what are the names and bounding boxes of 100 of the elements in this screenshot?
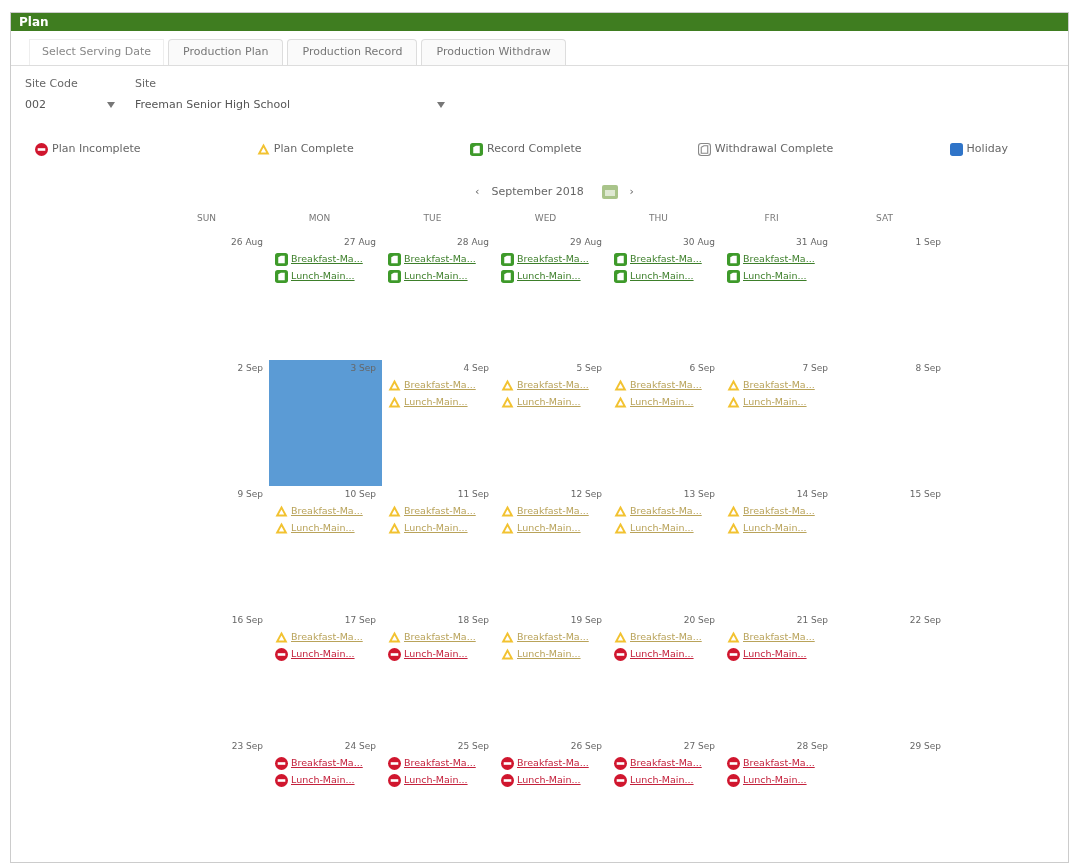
date-label: 26 Aug [231,235,263,249]
meal-link[interactable]: Breakfast-Ma... [517,756,589,771]
warning-triangle-icon [501,522,514,535]
warning-triangle-icon [388,379,401,392]
meal-link[interactable]: Lunch-Main... [291,647,355,662]
no-entry-icon [614,647,627,661]
warning-triangle-icon [727,396,740,409]
warning-triangle-icon [501,505,514,518]
meal-link[interactable]: Breakfast-Ma... [743,756,815,771]
legend-label: Holiday [966,141,1008,157]
meal-link[interactable]: Breakfast-Ma... [291,252,363,267]
day-cell[interactable]: 28 Aug Breakfast-Ma... Lunch-Main... [382,233,495,360]
warning-triangle-icon [501,631,514,644]
meal-link[interactable]: Breakfast-Ma... [404,252,476,267]
tab[interactable]: Select Serving Date [29,39,164,65]
day-cell[interactable]: 8 Sep [834,359,947,486]
meal-link[interactable]: Lunch-Main... [630,269,694,284]
date-label: 11 Sep [457,487,489,501]
meal-link[interactable]: Lunch-Main... [404,647,468,662]
date-label: 31 Aug [796,235,828,249]
no-entry-icon [275,756,288,770]
warning-triangle-icon [388,522,401,535]
date-label: 10 Sep [344,487,376,501]
date-label: 14 Sep [796,487,828,501]
weekday-header: SUN [195,212,217,225]
meal-link[interactable]: Lunch-Main... [404,773,468,788]
day-cell[interactable]: 1 Sep [834,233,947,360]
meal-link[interactable]: Breakfast-Ma... [291,756,363,771]
document-icon [727,269,740,283]
date-label: 26 Sep [570,739,602,753]
document-icon [614,269,627,283]
date-label: 27 Sep [683,739,715,753]
day-cell[interactable]: 29 Aug Breakfast-Ma... Lunch-Main... [495,233,608,360]
field-label: Site Code [25,76,79,92]
day-cell[interactable]: 28 Sep Breakfast-Ma... Lunch-Main... [721,737,834,863]
calendar-icon[interactable] [601,184,618,199]
meal-link[interactable]: Lunch-Main... [743,773,807,788]
meal-link[interactable]: Lunch-Main... [630,647,694,662]
weekday-header: WED [533,212,558,225]
day-cell[interactable]: 29 Sep [834,737,947,863]
meal-link[interactable]: Lunch-Main... [517,269,581,284]
warning-triangle-icon [727,522,740,535]
day-cell[interactable]: 26 Aug [156,233,269,360]
warning-triangle-icon [614,631,627,644]
date-label: 9 Sep [237,487,263,501]
previous-month-button[interactable]: ‹ [473,183,482,200]
meal-link[interactable]: Breakfast-Ma... [517,252,589,267]
tab[interactable]: Production Plan [168,39,284,65]
day-cell[interactable]: 30 Aug Breakfast-Ma... Lunch-Main... [608,233,721,360]
next-month-button[interactable]: › [627,183,636,200]
meal-link[interactable]: Lunch-Main... [743,647,807,662]
tab[interactable]: Production Withdraw [421,39,566,65]
legend-label: Record Complete [487,141,582,157]
warning-triangle-icon [727,505,740,518]
day-cell[interactable]: 18 Sep Breakfast-Ma... Lunch-Main... [382,611,495,738]
day-cell[interactable]: 31 Aug Breakfast-Ma... Lunch-Main... [721,233,834,360]
legend-label: Withdrawal Complete [714,141,834,157]
day-cell[interactable]: 16 Sep [156,611,269,738]
day-cell[interactable]: 27 Aug Breakfast-Ma... Lunch-Main... [269,233,382,360]
meal-link[interactable]: Breakfast-Ma... [630,252,702,267]
day-cell[interactable]: 20 Sep Breakfast-Ma... Lunch-Main... [608,611,721,738]
meal-link[interactable]: Breakfast-Ma... [630,756,702,771]
day-cell[interactable]: 27 Sep Breakfast-Ma... Lunch-Main... [608,737,721,863]
date-label: 30 Aug [683,235,715,249]
day-cell[interactable]: 25 Sep Breakfast-Ma... Lunch-Main... [382,737,495,863]
date-label: 27 Aug [344,235,376,249]
day-cell[interactable]: 2 Sep [156,359,269,486]
meal-link[interactable]: Lunch-Main... [743,269,807,284]
date-label: 13 Sep [683,487,715,501]
weekday-header: SAT [875,212,894,225]
meal-link[interactable]: Lunch-Main... [517,773,581,788]
meal-link[interactable]: Lunch-Main... [291,269,355,284]
no-entry-icon [275,647,288,661]
date-label: 29 Sep [909,739,941,753]
day-cell[interactable]: 22 Sep [834,611,947,738]
day-cell[interactable]: 21 Sep Breakfast-Ma... Lunch-Main... [721,611,834,738]
dropdown-field[interactable]: 002 [25,96,115,113]
warning-triangle-icon [614,396,627,409]
day-cell[interactable]: 26 Sep Breakfast-Ma... Lunch-Main... [495,737,608,863]
date-label: 23 Sep [231,739,263,753]
legend-label: Plan Incomplete [52,141,141,157]
day-cell[interactable]: 15 Sep [834,485,947,612]
day-cell[interactable]: 24 Sep Breakfast-Ma... Lunch-Main... [269,737,382,863]
date-label: 20 Sep [683,613,715,627]
meal-link[interactable]: Breakfast-Ma... [404,756,476,771]
warning-triangle-icon [256,143,270,156]
day-cell[interactable]: 9 Sep [156,485,269,612]
meal-link[interactable]: Lunch-Main... [291,773,355,788]
warning-triangle-icon [727,379,740,392]
day-cell[interactable]: 17 Sep Breakfast-Ma... Lunch-Main... [269,611,382,738]
meal-link[interactable]: Breakfast-Ma... [743,252,815,267]
warning-triangle-icon [614,505,627,518]
caret-icon [107,101,115,108]
day-cell[interactable]: 23 Sep [156,737,269,863]
no-entry-icon [388,773,401,787]
date-label: 4 Sep [463,361,489,375]
meal-link[interactable]: Lunch-Main... [404,269,468,284]
tab[interactable]: Production Record [287,39,418,65]
meal-link[interactable]: Lunch-Main... [630,773,694,788]
dropdown-field[interactable]: Freeman Senior High School [135,96,445,113]
